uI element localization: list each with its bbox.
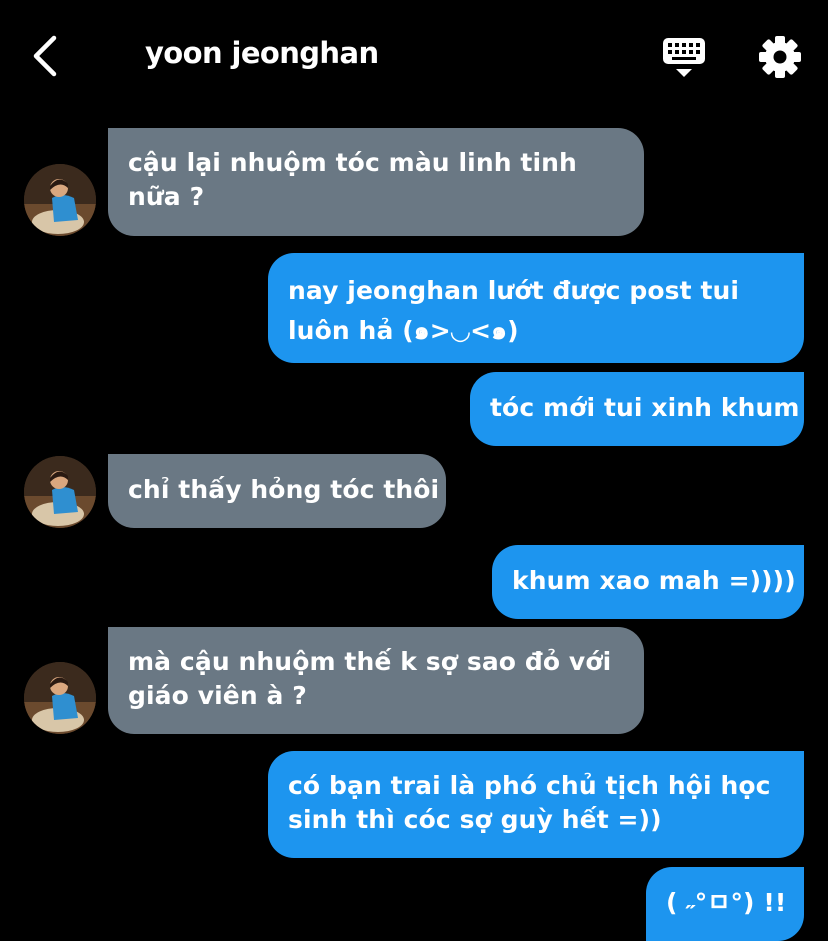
avatar-photo	[24, 662, 96, 734]
message-incoming: mà cậu nhuộm thế k sợ sao đỏ với giáo vi…	[108, 627, 644, 734]
gear-icon	[759, 36, 801, 78]
message-outgoing: tóc mới tui xinh khum	[470, 372, 804, 446]
message-outgoing: ( ˶°ㅁ°) !!	[646, 867, 804, 941]
chat-header: yoon jeonghan	[0, 0, 828, 112]
message-line: giáo viên à ?	[128, 681, 307, 710]
message-incoming: cậu lại nhuộm tóc màu linh tinh nữa ?	[108, 128, 644, 236]
message-line: luôn hả (๑>◡<๑)	[288, 316, 519, 345]
avatar[interactable]	[24, 164, 96, 236]
keyboard-icon	[663, 38, 705, 77]
message-line: tóc mới tui xinh khum	[490, 393, 800, 422]
message-line: nữa ?	[128, 182, 205, 211]
settings-button[interactable]	[757, 34, 803, 80]
message-line: khum xao mah =))))	[512, 566, 796, 595]
chevron-left-icon	[33, 35, 57, 77]
chat-title: yoon jeonghan	[145, 36, 379, 70]
avatar[interactable]	[24, 662, 96, 734]
message-outgoing: nay jeonghan lướt được post tui luôn hả …	[268, 253, 804, 363]
message-outgoing: khum xao mah =))))	[492, 545, 804, 619]
message-line: ( ˶°ㅁ°) !!	[666, 888, 787, 917]
message-line: có bạn trai là phó chủ tịch hội học	[288, 771, 771, 800]
message-line: sinh thì cóc sợ guỳ hết =))	[288, 805, 662, 834]
message-outgoing: có bạn trai là phó chủ tịch hội học sinh…	[268, 751, 804, 858]
keyboard-button[interactable]	[662, 36, 706, 80]
message-line: chỉ thấy hỏng tóc thôi	[128, 475, 440, 504]
avatar-photo	[24, 456, 96, 528]
avatar[interactable]	[24, 456, 96, 528]
message-line: mà cậu nhuộm thế k sợ sao đỏ với	[128, 647, 612, 676]
message-line: nay jeonghan lướt được post tui	[288, 276, 740, 305]
message-incoming: chỉ thấy hỏng tóc thôi	[108, 454, 446, 528]
back-button[interactable]	[26, 34, 66, 78]
message-line: cậu lại nhuộm tóc màu linh tinh	[128, 148, 577, 177]
avatar-photo	[24, 164, 96, 236]
